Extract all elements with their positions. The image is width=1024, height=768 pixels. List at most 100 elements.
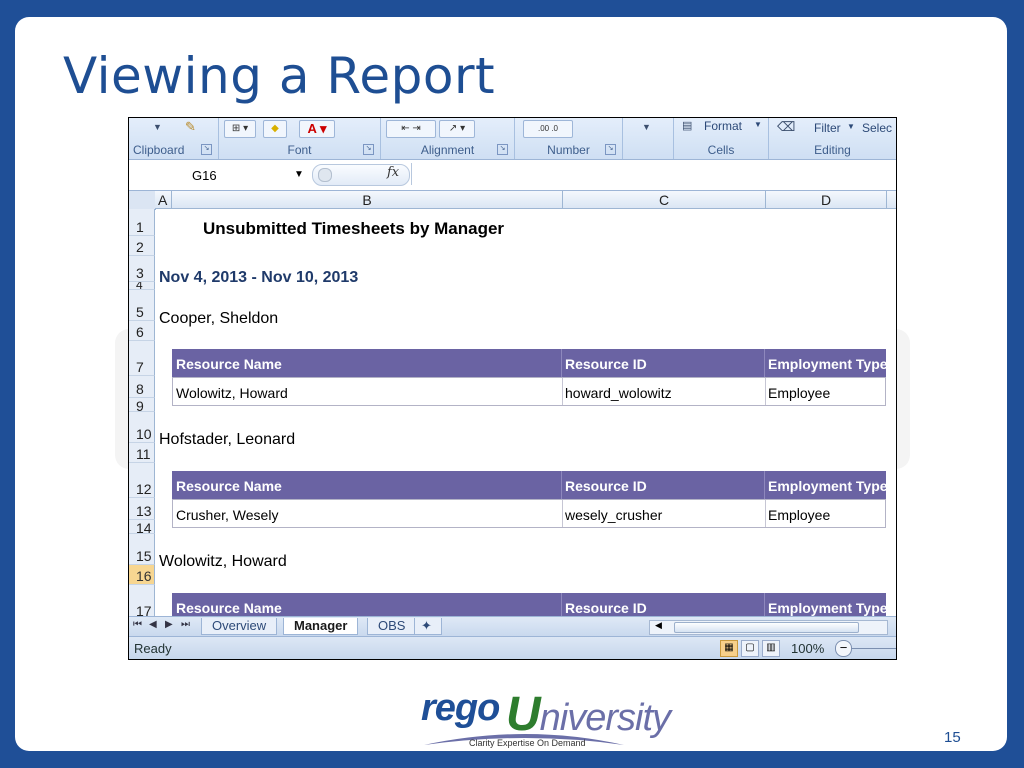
row-header[interactable]: 1 (129, 209, 155, 236)
row-header[interactable]: 11 (129, 443, 155, 463)
row-header[interactable]: 12 (129, 463, 155, 498)
ribbon-group-cells: ▤ Format ▼ Cells (674, 118, 769, 159)
format-icon: ▤ (682, 120, 693, 132)
header-resource-name: Resource Name (176, 356, 282, 372)
fill-color-button[interactable]: ◆ (263, 120, 287, 138)
worksheet-grid[interactable]: A B C D 1 2 3 4 5 6 7 8 9 10 11 12 13 14… (129, 191, 896, 616)
row-header[interactable]: 6 (129, 321, 155, 341)
select-all-corner[interactable] (129, 191, 156, 210)
ribbon-group-editing: ⌫ Filter ▼ Selec Editing (769, 118, 896, 159)
group-label-cells: Cells (707, 143, 735, 157)
manager-name: Cooper, Sheldon (159, 310, 279, 327)
formula-bar: G16 ▼ fx (129, 160, 896, 191)
sheet-tab-overview[interactable]: Overview (201, 618, 278, 635)
indent-buttons[interactable]: ⇤ ⇥ (386, 120, 436, 138)
name-box[interactable]: G16 (192, 168, 217, 183)
chevron-down-icon[interactable]: ▼ (294, 169, 304, 180)
group-label-alignment: Alignment (420, 143, 475, 157)
row-header[interactable]: 8 (129, 376, 155, 398)
dialog-launcher-icon[interactable]: ↘ (605, 144, 616, 155)
borders-button[interactable]: ⊞ ▾ (224, 120, 256, 138)
column-header-e[interactable] (887, 191, 896, 209)
row-header[interactable]: 14 (129, 520, 155, 534)
scroll-thumb[interactable] (674, 622, 859, 633)
row-header[interactable]: 17 (129, 585, 155, 616)
row-header[interactable]: 15 (129, 534, 155, 565)
next-sheet-icon[interactable]: ▶ (165, 619, 173, 630)
ribbon-group-number: .00 .0 Number ↘ (515, 118, 623, 159)
row-header[interactable]: 4 (129, 282, 155, 290)
row-header[interactable]: 9 (129, 398, 155, 412)
sheet-tab-bar: ⏮ ◀ ▶ ⏭ Overview Manager OBS ✦ ◀ (129, 616, 896, 636)
row-header[interactable]: 3 (129, 256, 155, 282)
normal-view-icon[interactable]: ▦ (720, 640, 738, 657)
orientation-button[interactable]: ↗ ▾ (439, 120, 475, 138)
header-resource-id: Resource ID (565, 478, 647, 494)
insert-sheet-icon[interactable]: ✦ (414, 618, 442, 635)
dialog-launcher-icon[interactable]: ↘ (497, 144, 508, 155)
sheet-tab-obs[interactable]: OBS (367, 618, 417, 635)
decimal-buttons[interactable]: .00 .0 (523, 120, 573, 138)
row-header[interactable]: 7 (129, 341, 155, 376)
status-bar: Ready ▦ ▢ ▥ 100% − (129, 636, 896, 659)
slide-title: Viewing a Report (63, 47, 496, 105)
ribbon: ▼ ✎ Clipboard ↘ ⊞ ▾ ◆ A ▾ Font ↘ ⇤ ⇥ ↗ ▾… (129, 118, 896, 160)
row-header[interactable]: 5 (129, 290, 155, 321)
zoom-slider[interactable] (851, 648, 896, 649)
prev-sheet-icon[interactable]: ◀ (149, 619, 157, 630)
column-header-c[interactable]: C (563, 191, 766, 209)
horizontal-scrollbar[interactable]: ◀ (649, 620, 888, 635)
header-employment-type: Employment Type (768, 600, 888, 616)
dialog-launcher-icon[interactable]: ↘ (201, 144, 212, 155)
column-header-b[interactable]: B (172, 191, 563, 209)
dialog-launcher-icon[interactable]: ↘ (363, 144, 374, 155)
row-header[interactable]: 10 (129, 412, 155, 443)
table-header: Resource Name Resource ID Employment Typ… (172, 471, 888, 499)
first-sheet-icon[interactable]: ⏮ (133, 619, 142, 630)
row-header-selected[interactable]: 16 (129, 565, 155, 585)
scroll-left-icon[interactable]: ◀ (655, 620, 662, 631)
header-resource-name: Resource Name (176, 600, 282, 616)
zoom-out-icon[interactable]: − (835, 640, 852, 657)
excel-window: ▼ ✎ Clipboard ↘ ⊞ ▾ ◆ A ▾ Font ↘ ⇤ ⇥ ↗ ▾… (128, 117, 897, 660)
select-button[interactable]: Selec (862, 121, 892, 135)
chevron-down-icon[interactable]: ▼ (754, 120, 762, 129)
dropdown-arrow-icon[interactable]: ▼ (642, 122, 651, 132)
header-employment-type: Employment Type (768, 356, 888, 372)
zoom-level[interactable]: 100% (791, 641, 824, 656)
filter-button[interactable]: Filter (814, 121, 841, 135)
ribbon-group-font: ⊞ ▾ ◆ A ▾ Font ↘ (219, 118, 381, 159)
ribbon-group-alignment: ⇤ ⇥ ↗ ▾ Alignment ↘ (381, 118, 515, 159)
format-button[interactable]: Format (704, 119, 742, 133)
sheet-tab-manager[interactable]: Manager (283, 618, 359, 635)
chevron-down-icon[interactable]: ▼ (847, 122, 855, 131)
slide: Viewing a Report ▼ ✎ Clipboard ↘ ⊞ ▾ ◆ A… (15, 17, 1007, 751)
cell-resource-id: howard_wolowitz (565, 385, 672, 401)
cancel-icon[interactable] (318, 168, 332, 182)
column-header-a[interactable]: A (155, 191, 172, 209)
format-painter-icon[interactable]: ✎ (185, 119, 196, 135)
font-color-button[interactable]: A ▾ (299, 120, 335, 138)
row-header[interactable]: 13 (129, 498, 155, 520)
ribbon-group-styles: ▼ (623, 118, 674, 159)
manager-name: Hofstader, Leonard (159, 431, 296, 448)
page-number: 15 (944, 729, 961, 746)
header-resource-id: Resource ID (565, 600, 647, 616)
row-header[interactable]: 2 (129, 236, 155, 256)
column-header-d[interactable]: D (766, 191, 887, 209)
function-icon[interactable]: fx (387, 165, 399, 180)
header-resource-name: Resource Name (176, 478, 282, 494)
page-break-icon[interactable]: ▥ (762, 640, 780, 657)
logo-niversity: niversity (539, 697, 671, 739)
clear-icon[interactable]: ⌫ (777, 119, 795, 135)
dropdown-arrow-icon[interactable]: ▼ (153, 122, 162, 132)
last-sheet-icon[interactable]: ⏭ (181, 619, 190, 630)
page-layout-icon[interactable]: ▢ (741, 640, 759, 657)
table-row: Wolowitz, Howard howard_wolowitz Employe… (172, 377, 886, 406)
formula-input[interactable] (411, 163, 896, 185)
header-employment-type: Employment Type (768, 478, 888, 494)
table-header: Resource Name Resource ID Employment Typ… (172, 349, 888, 377)
cell-employment-type: Employee (768, 507, 831, 523)
logo-rego: rego (421, 687, 500, 729)
header-resource-id: Resource ID (565, 356, 647, 372)
